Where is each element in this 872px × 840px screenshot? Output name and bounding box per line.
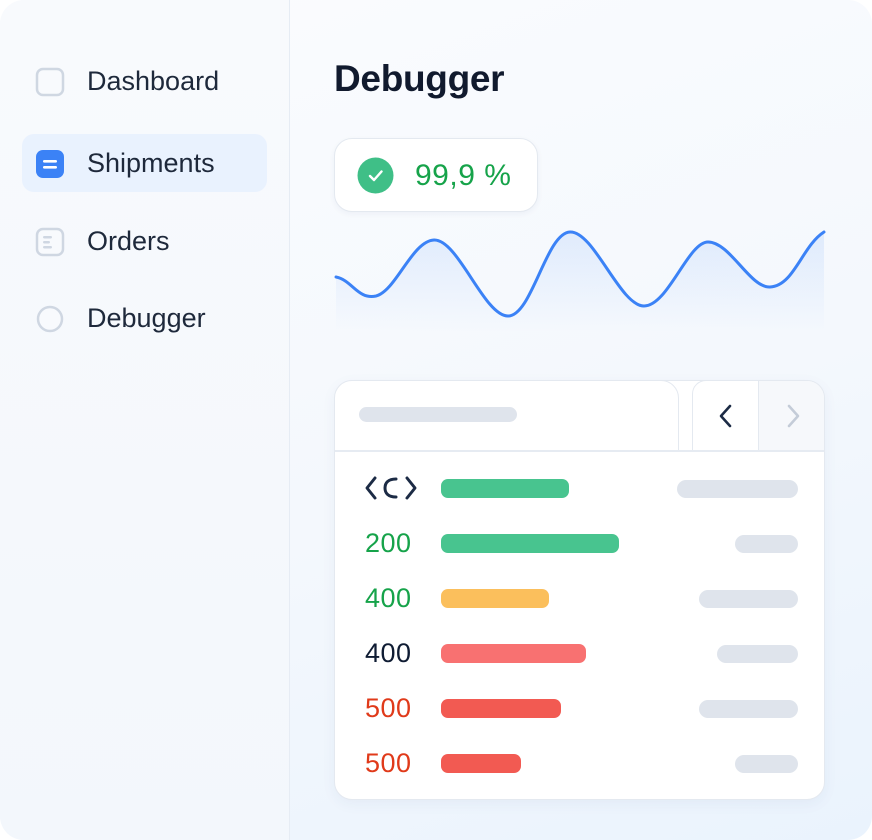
log-header-row (335, 468, 824, 508)
status-code: 400 (365, 638, 412, 668)
log-row[interactable]: 400 (335, 633, 824, 673)
sidebar-item-label: Shipments (87, 148, 215, 178)
row-meta-placeholder (699, 590, 798, 608)
page-title: Debugger (334, 58, 505, 99)
app-window: Dashboard Shipments Orders Debugger Debu… (0, 0, 872, 840)
log-panel: 200 400 400 500 500 (334, 380, 825, 800)
pager-next-button[interactable] (759, 381, 824, 451)
chevron-right-icon (787, 404, 799, 428)
sidebar-item-label: Orders (87, 226, 170, 256)
status-bar (441, 699, 561, 718)
circle-icon (36, 305, 64, 333)
panel-divider (335, 450, 824, 452)
log-row[interactable]: 500 (335, 743, 824, 783)
search-placeholder (359, 407, 517, 422)
list-icon (36, 150, 64, 178)
status-bar (441, 534, 619, 553)
document-icon (35, 227, 65, 257)
row-meta-placeholder (699, 700, 798, 718)
log-row[interactable]: 400 (335, 578, 824, 618)
row-meta-placeholder (735, 535, 798, 553)
status-bar (441, 754, 521, 773)
code-brackets-icon (365, 476, 417, 500)
row-meta-placeholder (735, 755, 798, 773)
status-code: 200 (365, 528, 412, 558)
sidebar-item-label: Debugger (87, 303, 206, 333)
status-code: 400 (365, 583, 412, 613)
row-meta-placeholder (717, 645, 798, 663)
row-meta-placeholder (677, 480, 798, 498)
status-code: 500 (365, 693, 412, 723)
sidebar-item-orders[interactable]: Orders (22, 212, 267, 270)
log-row[interactable]: 500 (335, 688, 824, 728)
sidebar-item-shipments[interactable]: Shipments (22, 134, 267, 192)
sparkline-area (336, 231, 824, 332)
sidebar-item-label: Dashboard (87, 66, 220, 96)
log-search-input[interactable] (335, 381, 679, 451)
log-row[interactable]: 200 (335, 523, 824, 563)
status-bar (441, 589, 549, 608)
pager-prev-button[interactable] (692, 381, 759, 451)
latency-sparkline (334, 230, 826, 332)
sidebar: Dashboard Shipments Orders Debugger (0, 0, 290, 840)
square-icon (35, 67, 65, 97)
sidebar-item-dashboard[interactable]: Dashboard (22, 52, 267, 110)
sidebar-item-debugger[interactable]: Debugger (22, 289, 267, 347)
check-circle-icon (357, 157, 394, 194)
status-bar (441, 644, 586, 663)
status-code: 500 (365, 748, 412, 778)
chevron-left-icon (719, 404, 731, 427)
header-bar (441, 479, 569, 498)
uptime-value: 99,9 % (415, 159, 512, 192)
uptime-badge: 99,9 % (334, 138, 538, 212)
